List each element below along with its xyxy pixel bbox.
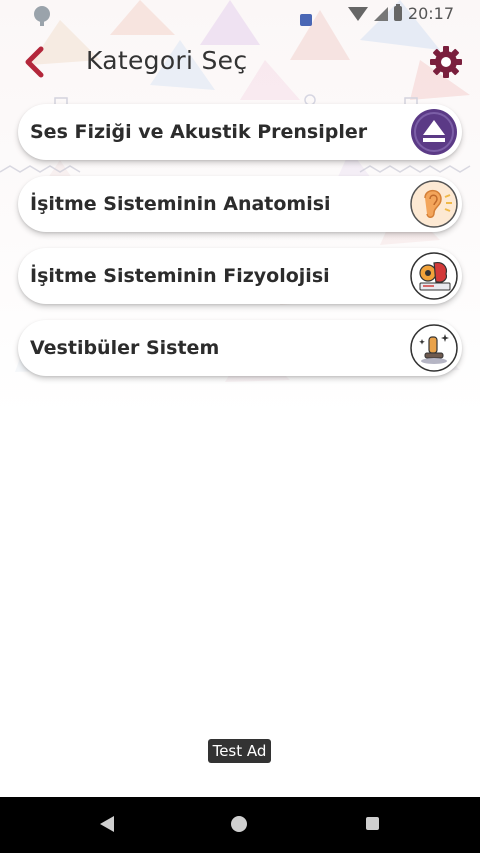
nav-home-icon[interactable] — [231, 816, 247, 832]
wifi-icon — [347, 6, 368, 21]
signal-icon — [373, 6, 388, 21]
ear-icon — [410, 180, 458, 228]
test-ad-badge[interactable]: Test Ad — [208, 739, 271, 763]
app-bar: Kategori Seç — [0, 32, 480, 92]
notification-square-icon — [300, 14, 312, 26]
status-icons: 20:17 — [347, 4, 454, 23]
status-time: 20:17 — [407, 4, 454, 23]
category-item[interactable]: Ses Fiziği ve Akustik Prensipler — [18, 104, 462, 160]
back-button[interactable] — [14, 42, 54, 82]
category-list: Ses Fiziği ve Akustik Prensipler İşitme … — [18, 104, 462, 392]
category-label: İşitme Sisteminin Anatomisi — [30, 193, 331, 215]
page-title: Kategori Seç — [86, 46, 248, 75]
eject-triangle-icon — [410, 108, 458, 156]
status-bar: 20:17 — [0, 0, 480, 32]
category-item[interactable]: İşitme Sisteminin Anatomisi — [18, 176, 462, 232]
settings-button[interactable] — [426, 42, 466, 82]
battery-icon — [393, 4, 402, 21]
gear-icon — [430, 46, 462, 78]
nav-back-icon[interactable] — [98, 815, 116, 833]
category-label: Ses Fiziği ve Akustik Prensipler — [30, 121, 368, 143]
location-pin-tail — [40, 18, 44, 26]
nav-recents-icon[interactable] — [366, 817, 379, 830]
balance-sparkle-icon — [410, 324, 458, 372]
category-item[interactable]: İşitme Sisteminin Fizyolojisi — [18, 248, 462, 304]
system-nav-bar — [0, 797, 480, 853]
chevron-left-icon — [25, 46, 44, 78]
brain-gear-icon — [410, 252, 458, 300]
category-item[interactable]: Vestibüler Sistem — [18, 320, 462, 376]
category-label: İşitme Sisteminin Fizyolojisi — [30, 265, 330, 287]
category-label: Vestibüler Sistem — [30, 337, 220, 359]
